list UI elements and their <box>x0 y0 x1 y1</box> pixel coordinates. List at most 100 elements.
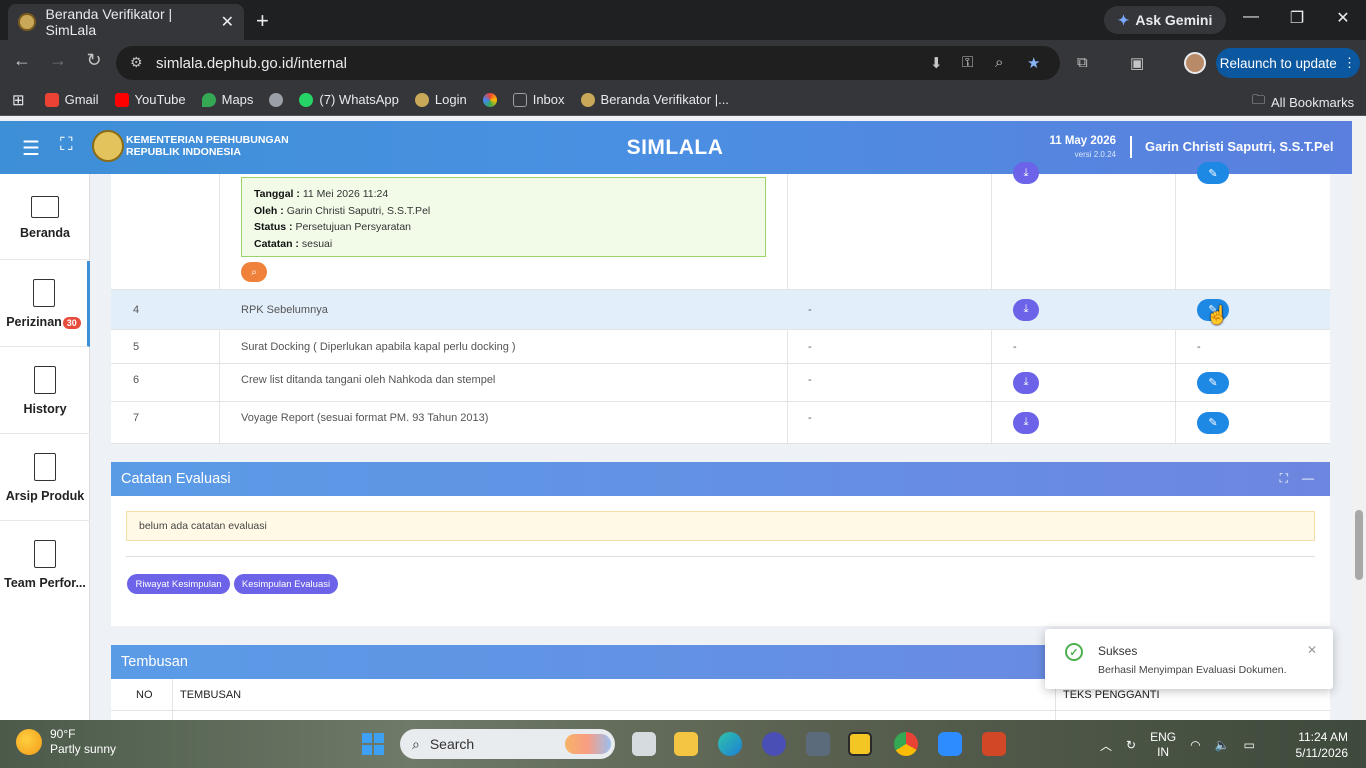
bookmark-gmail[interactable]: Gmail <box>44 92 99 107</box>
chevron-up-icon[interactable]: ︿ <box>1100 737 1112 754</box>
bookmark-youtube[interactable]: YouTube <box>114 92 186 107</box>
hamburger-menu-icon[interactable]: ☰ <box>22 136 40 161</box>
windows-start-icon[interactable] <box>362 733 384 755</box>
pinwheel-icon <box>482 92 497 107</box>
download-placeholder: - <box>1013 340 1017 353</box>
bookmark-inbox[interactable]: Inbox <box>512 92 565 107</box>
taskbar-search[interactable]: ⌕ Search <box>400 729 615 759</box>
ministry-logo-icon <box>580 92 595 107</box>
edit-button[interactable]: ✎ <box>1197 162 1229 184</box>
sync-icon[interactable]: ↻ <box>1126 738 1136 752</box>
language-indicator[interactable]: ENG IN <box>1150 730 1176 760</box>
bookmark-label: Maps <box>221 92 254 107</box>
edit-icon: ✎ <box>1208 377 1218 389</box>
document-name: RPK Sebelumnya <box>241 303 328 316</box>
install-app-icon[interactable]: ⬇ <box>930 54 943 72</box>
forward-icon[interactable]: → <box>46 50 70 71</box>
minimize-button[interactable]: — <box>1236 8 1266 26</box>
edit-button[interactable]: ✎ <box>1197 411 1229 434</box>
edit-button[interactable]: ✎ <box>1197 371 1229 394</box>
magnifier-icon: ⌕ <box>251 266 257 278</box>
toast-close-icon[interactable]: ✕ <box>1307 643 1317 657</box>
password-key-icon[interactable]: ⚿ <box>962 54 973 71</box>
task-view-icon[interactable] <box>632 732 656 756</box>
zoom-detail-button[interactable]: ⌕ <box>241 262 267 282</box>
ministry-name: KEMENTERIAN PERHUBUNGAN REPUBLIK INDONES… <box>126 134 289 158</box>
page-scrollbar[interactable] <box>1352 121 1366 720</box>
sticky-notes-icon[interactable] <box>848 732 872 756</box>
close-window-button[interactable]: ✕ <box>1328 8 1358 28</box>
app-icon[interactable] <box>762 732 786 756</box>
bookmark-whatsapp[interactable]: (7) WhatsApp <box>299 92 399 107</box>
scrollbar-thumb[interactable] <box>1355 510 1363 580</box>
bookmark-login[interactable]: Login <box>414 92 467 107</box>
relaunch-button[interactable]: Relaunch to update ⋮ <box>1216 48 1360 78</box>
sidebar-item-label: Team Perfor... <box>4 576 86 590</box>
back-icon[interactable]: ← <box>10 50 34 71</box>
extensions-icon[interactable]: ⧉ <box>1077 54 1088 71</box>
tab-search-icon[interactable]: ▣ <box>1130 54 1144 72</box>
tab-close-icon[interactable]: ✕ <box>221 12 234 32</box>
bookmark-globe[interactable] <box>269 92 284 107</box>
search-icon: ⌕ <box>412 735 420 752</box>
column-header-no: NO <box>136 689 153 701</box>
reload-icon[interactable]: ↻ <box>82 50 106 71</box>
row-number: 7 <box>133 412 140 424</box>
site-settings-icon[interactable]: ⚙ <box>130 54 143 71</box>
bookmark-label: Gmail <box>64 92 99 107</box>
all-bookmarks-button[interactable]: 🗀 All Bookmarks <box>1252 91 1354 113</box>
document-name: Voyage Report (sesuai format PM. 93 Tahu… <box>241 412 489 424</box>
hand-cursor-icon: ☝ <box>1206 305 1229 325</box>
sidebar-item-arsip-produk[interactable]: Arsip Produk <box>0 435 90 521</box>
zoom-app-icon[interactable] <box>938 732 962 756</box>
oleh-value: Garin Christi Saputri, S.S.T.Pel <box>286 204 431 217</box>
new-tab-button[interactable]: + <box>256 8 269 34</box>
taskbar-clock[interactable]: 11:24 AM 5/11/2026 <box>1290 729 1349 761</box>
table-row: 4 RPK Sebelumnya - ⤓ ✎ <box>111 290 1330 330</box>
download-button[interactable]: ⤓ <box>1013 162 1039 184</box>
user-name[interactable]: Garin Christi Saputri, S.S.T.Pel <box>1145 139 1334 154</box>
globe-icon <box>269 92 284 107</box>
clock-time: 11:24 AM <box>1298 730 1348 744</box>
bookmark-pinwheel[interactable] <box>482 92 497 107</box>
sidebar-item-beranda[interactable]: Beranda <box>0 174 90 260</box>
more-menu-icon[interactable]: ⋮ <box>1343 55 1357 71</box>
zoom-icon[interactable]: ⌕ <box>995 54 1003 71</box>
sidebar-item-history[interactable]: History <box>0 348 90 434</box>
success-toast: ✓ Sukses Berhasil Menyimpan Evaluasi Dok… <box>1045 629 1333 689</box>
collapse-icon[interactable]: — <box>1302 471 1314 486</box>
powerpoint-icon[interactable] <box>982 732 1006 756</box>
ask-gemini-button[interactable]: ✦ Ask Gemini <box>1104 6 1226 34</box>
bookmark-label: Login <box>434 92 467 107</box>
chrome-icon[interactable] <box>894 732 918 756</box>
battery-icon[interactable]: ▭ <box>1244 738 1255 752</box>
address-bar[interactable]: ⚙ simlala.dephub.go.id/internal <box>116 46 1060 80</box>
download-button[interactable]: ⤓ <box>1013 298 1039 321</box>
apps-grid-icon[interactable]: ⊞ <box>12 91 25 109</box>
edge-icon[interactable] <box>718 732 742 756</box>
sidebar-item-perizinan[interactable]: Perizinan 30 <box>0 261 90 347</box>
camera-icon[interactable] <box>806 732 830 756</box>
volume-icon[interactable]: 🔈 <box>1215 738 1230 752</box>
row-number: 4 <box>133 303 140 316</box>
table-row: 7 Voyage Report (sesuai format PM. 93 Ta… <box>111 402 1330 444</box>
bookmark-star-icon[interactable]: ★ <box>1027 54 1040 72</box>
download-button[interactable]: ⤓ <box>1013 371 1039 394</box>
maximize-button[interactable]: ❐ <box>1282 8 1312 28</box>
sidebar-item-team-performance[interactable]: Team Perfor... <box>0 522 90 608</box>
bookmark-beranda[interactable]: Beranda Verifikator |... <box>580 92 729 107</box>
fullscreen-icon[interactable]: ⛶ <box>60 134 73 155</box>
wifi-icon[interactable]: ◠ <box>1190 738 1200 752</box>
weather-widget[interactable]: 90°F Partly sunny <box>16 727 116 757</box>
profile-avatar[interactable] <box>1184 52 1206 74</box>
document-icon <box>34 453 56 481</box>
kesimpulan-evaluasi-button[interactable]: Kesimpulan Evaluasi <box>234 574 338 594</box>
file-explorer-icon[interactable] <box>674 732 698 756</box>
expand-icon[interactable]: ⛶ <box>1280 471 1288 486</box>
document-note: - <box>808 412 812 424</box>
riwayat-kesimpulan-button[interactable]: Riwayat Kesimpulan <box>127 574 230 594</box>
bookmark-maps[interactable]: Maps <box>201 92 254 107</box>
download-button[interactable]: ⤓ <box>1013 411 1039 434</box>
browser-tab[interactable]: Beranda Verifikator | SimLala ✕ <box>8 4 244 40</box>
system-tray: ︿ ↻ ENG IN ◠ 🔈 ▭ <box>1100 730 1255 760</box>
